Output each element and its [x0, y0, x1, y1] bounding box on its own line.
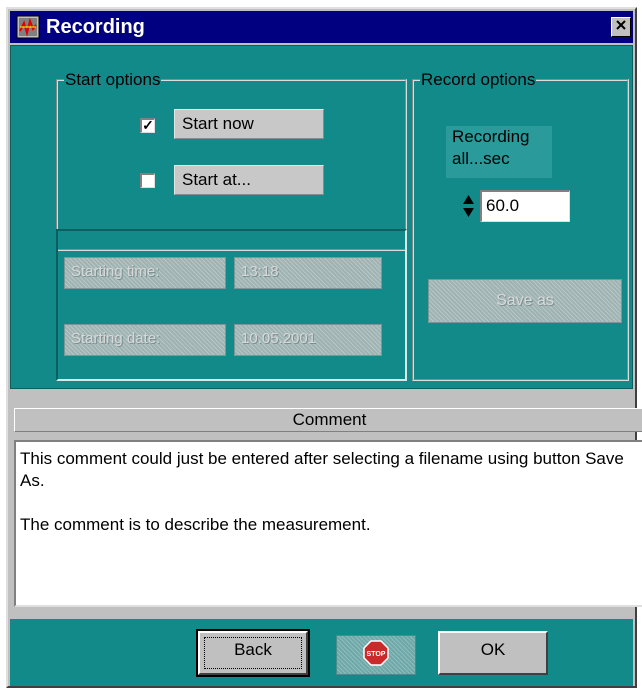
record-options-group: Record options: [412, 71, 629, 381]
spinner-arrows-icon[interactable]: [462, 192, 475, 220]
recording-interval-spinner[interactable]: 60.0: [462, 190, 570, 222]
close-button[interactable]: [611, 17, 631, 37]
recording-dialog: Recording Start options ✓ Start now Star…: [6, 7, 642, 688]
stop-sign-text: STOP: [367, 651, 386, 658]
stop-sign-icon: STOP: [363, 639, 389, 671]
recording-label-line1: Recording: [452, 127, 530, 146]
starting-date-field: 10.05.2001: [234, 324, 382, 356]
start-at-checkbox[interactable]: [140, 173, 155, 188]
start-options-legend: Start options: [65, 70, 161, 89]
recording-label-line2: all...sec: [452, 149, 510, 168]
comment-line-1: This comment could just be entered after…: [20, 449, 624, 490]
focus-rectangle: [204, 637, 302, 669]
ok-button[interactable]: OK: [438, 631, 548, 675]
window-title: Recording: [46, 16, 145, 38]
stop-button: STOP: [336, 635, 416, 675]
ok-button-label: OK: [480, 640, 506, 659]
comment-line-2: The comment is to describe the measureme…: [20, 515, 371, 534]
record-options-legend: Record options: [421, 70, 536, 89]
close-icon: [615, 18, 627, 36]
recording-interval-input[interactable]: 60.0: [480, 190, 570, 222]
start-at-label[interactable]: Start at...: [174, 165, 324, 195]
save-as-button: Save as: [428, 279, 622, 323]
back-button[interactable]: Back: [196, 629, 310, 677]
starting-time-label: Starting time:: [64, 257, 226, 289]
starting-time-field: 13:18: [234, 257, 382, 289]
recording-interval-label: Recording all...sec: [446, 126, 552, 178]
title-bar[interactable]: Recording: [10, 11, 633, 43]
oscilloscope-icon: [16, 15, 40, 39]
bottom-separator: [10, 607, 633, 617]
start-options-group: Start options: [56, 71, 407, 251]
comment-header: Comment: [14, 408, 642, 432]
starting-date-label: Starting date:: [64, 324, 226, 356]
start-now-checkbox[interactable]: ✓: [140, 118, 155, 133]
comment-textarea[interactable]: This comment could just be entered after…: [14, 440, 642, 607]
panel-separator: [10, 389, 633, 403]
start-now-label[interactable]: Start now: [174, 109, 324, 139]
start-details-group: [56, 229, 407, 381]
